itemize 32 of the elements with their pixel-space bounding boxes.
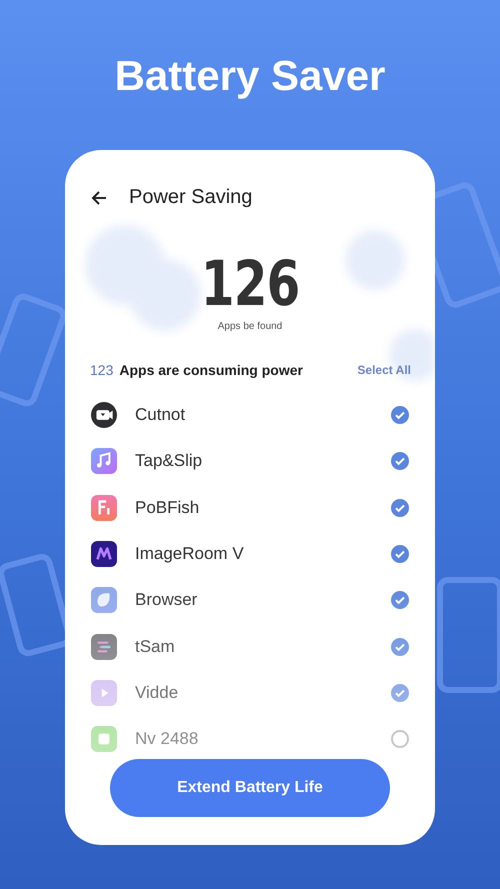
headline: Battery Saver	[114, 52, 386, 100]
app-icon	[91, 680, 117, 706]
app-icon	[91, 541, 117, 568]
app-name: Vidde	[135, 682, 180, 703]
app-count: 126	[200, 253, 300, 315]
consuming-count: 123	[90, 362, 114, 378]
checkbox[interactable]	[391, 406, 409, 424]
checkbox[interactable]	[391, 591, 409, 610]
app-name: Nv 2488	[135, 729, 200, 750]
app-name: Cutnot	[135, 405, 186, 426]
app-icon	[91, 448, 117, 474]
extend-battery-button[interactable]: Extend Battery Life	[110, 759, 390, 817]
app-name: Browser	[135, 590, 198, 610]
checkbox[interactable]	[391, 730, 409, 748]
app-icon	[91, 587, 117, 614]
app-name: PoBFish	[135, 498, 200, 518]
app-icon	[91, 634, 117, 660]
app-name: tSam	[135, 636, 176, 657]
list-heading: Apps are consuming power	[119, 362, 304, 378]
app-icon	[91, 402, 117, 428]
checkbox[interactable]	[391, 638, 409, 656]
app-icon	[91, 494, 117, 521]
screen-title: Power Saving	[129, 186, 252, 209]
count-caption: Apps be found	[218, 321, 282, 332]
app-name: ImageRoom V	[135, 544, 245, 564]
checkbox[interactable]	[391, 545, 409, 564]
select-all-button[interactable]: Select All	[357, 363, 411, 377]
app-name: Tap&Slip	[135, 451, 204, 472]
checkbox[interactable]	[391, 684, 409, 702]
checkbox[interactable]	[391, 498, 409, 517]
app-icon	[91, 726, 117, 752]
checkbox[interactable]	[391, 452, 409, 470]
